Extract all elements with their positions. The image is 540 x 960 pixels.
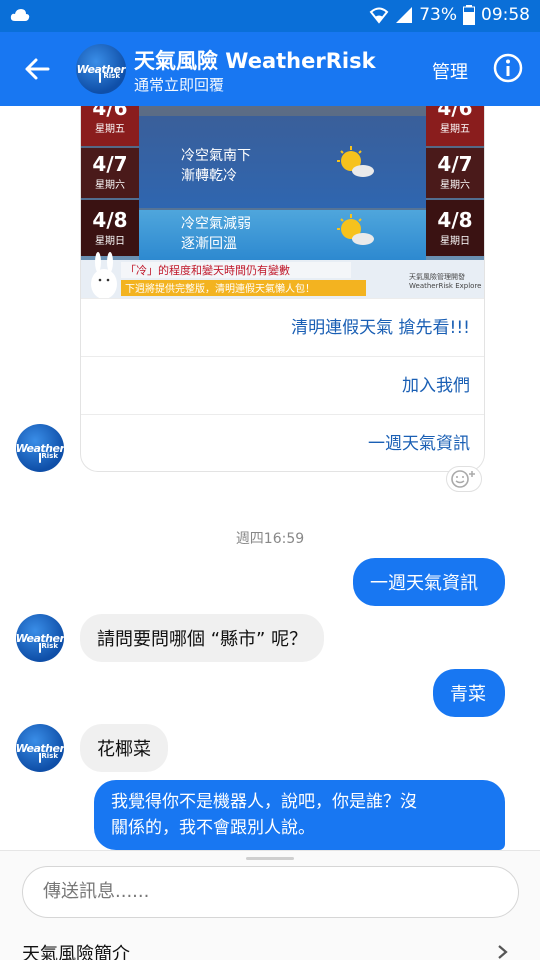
manage-button[interactable]: 管理 [432,58,468,84]
sun-cloud-icon [337,146,374,177]
date-cell: 4/6 星期五 [426,106,484,146]
bot-avatar[interactable]: Weather Risk [16,424,64,472]
cloud-icon [10,9,30,21]
message-timestamp: 週四16:59 [235,531,305,547]
message-line: 我覺得你不是機器人，說吧，你是誰？沒 [111,792,417,812]
forecast-text: 冷空氣南下 漸轉乾冷 [181,148,251,184]
outgoing-message[interactable]: 青菜 [433,669,505,717]
weather-banner-image[interactable]: 4/6 星期五 4/7 星期六 4/8 星期日 4/6 星期五 4/7 星期六 4/8 星期… [81,106,484,298]
avatar-logo-subtext: Risk [103,72,120,80]
conversation-header: Weather Risk 天氣風險 WeatherRisk 通常立即回覆 管理 [0,32,540,106]
page-title[interactable]: 天氣風險 WeatherRisk [134,45,376,75]
drag-handle[interactable] [246,857,294,860]
date-cell: 4/8 星期日 [426,200,484,256]
arrow-left-icon [25,58,50,80]
add-reaction-button[interactable] [446,466,482,492]
umbrella-icon [99,73,101,83]
date-cell: 4/7 星期六 [426,148,484,198]
page-avatar[interactable]: Weather Risk [76,44,126,94]
info-icon[interactable] [492,52,524,84]
forecast-text: 冷空氣減弱 逐漸回溫 [181,216,251,252]
wifi-icon [369,7,389,24]
clock: 09:58 [481,5,530,25]
signal-icon [396,7,413,23]
outgoing-message[interactable]: 一週天氣資訊 [353,558,505,606]
battery-icon [463,5,475,25]
bot-avatar[interactable]: Weather Risk [16,614,64,662]
card-button-join-us[interactable]: 加入我們 [81,356,484,414]
date-cell: 4/7 星期六 [81,148,139,198]
card-button-holiday-weather[interactable]: 清明連假天氣 搶先看!!! [81,298,484,356]
persistent-menu-item[interactable]: 天氣風險簡介 [22,940,130,960]
date-cell: 4/8 星期日 [81,200,139,256]
alert-text: 下週將提供完整版，清明連假天氣懶人包！ [121,280,366,296]
status-bar: 73% 09:58 [0,0,540,32]
smiley-plus-icon [451,470,475,488]
incoming-message[interactable]: 請問要問哪個 “縣市” 呢？ [80,614,325,662]
sun-cloud-icon [337,214,374,245]
bot-avatar[interactable]: Weather Risk [16,724,64,772]
chevron-right-icon[interactable] [496,944,510,960]
message-input[interactable]: 傳送訊息...... [22,866,519,918]
weather-card: 4/6 星期五 4/7 星期六 4/8 星期日 4/6 星期五 4/7 星期六 4/8 星期… [80,106,485,472]
message-line: 關係的，我不會跟別人說。 [111,818,315,838]
date-cell: 4/6 星期五 [81,106,139,146]
response-status: 通常立即回覆 [134,76,225,94]
alert-text: 「冷」的程度和變天時間仍有變數 [121,262,351,278]
outgoing-message[interactable]: 我覺得你不是機器人，說吧，你是誰？沒 關係的，我不會跟別人說。 [94,780,505,850]
battery-percent: 73% [419,5,457,25]
brand-logo-text: 天氣風險管理開發WeatherRisk Explore Inc. [409,273,484,290]
incoming-message[interactable]: 花椰菜 [80,724,168,772]
back-button[interactable] [20,52,54,86]
bunny-mascot-icon [91,252,117,298]
card-button-weekly-weather[interactable]: 一週天氣資訊 [81,414,484,471]
